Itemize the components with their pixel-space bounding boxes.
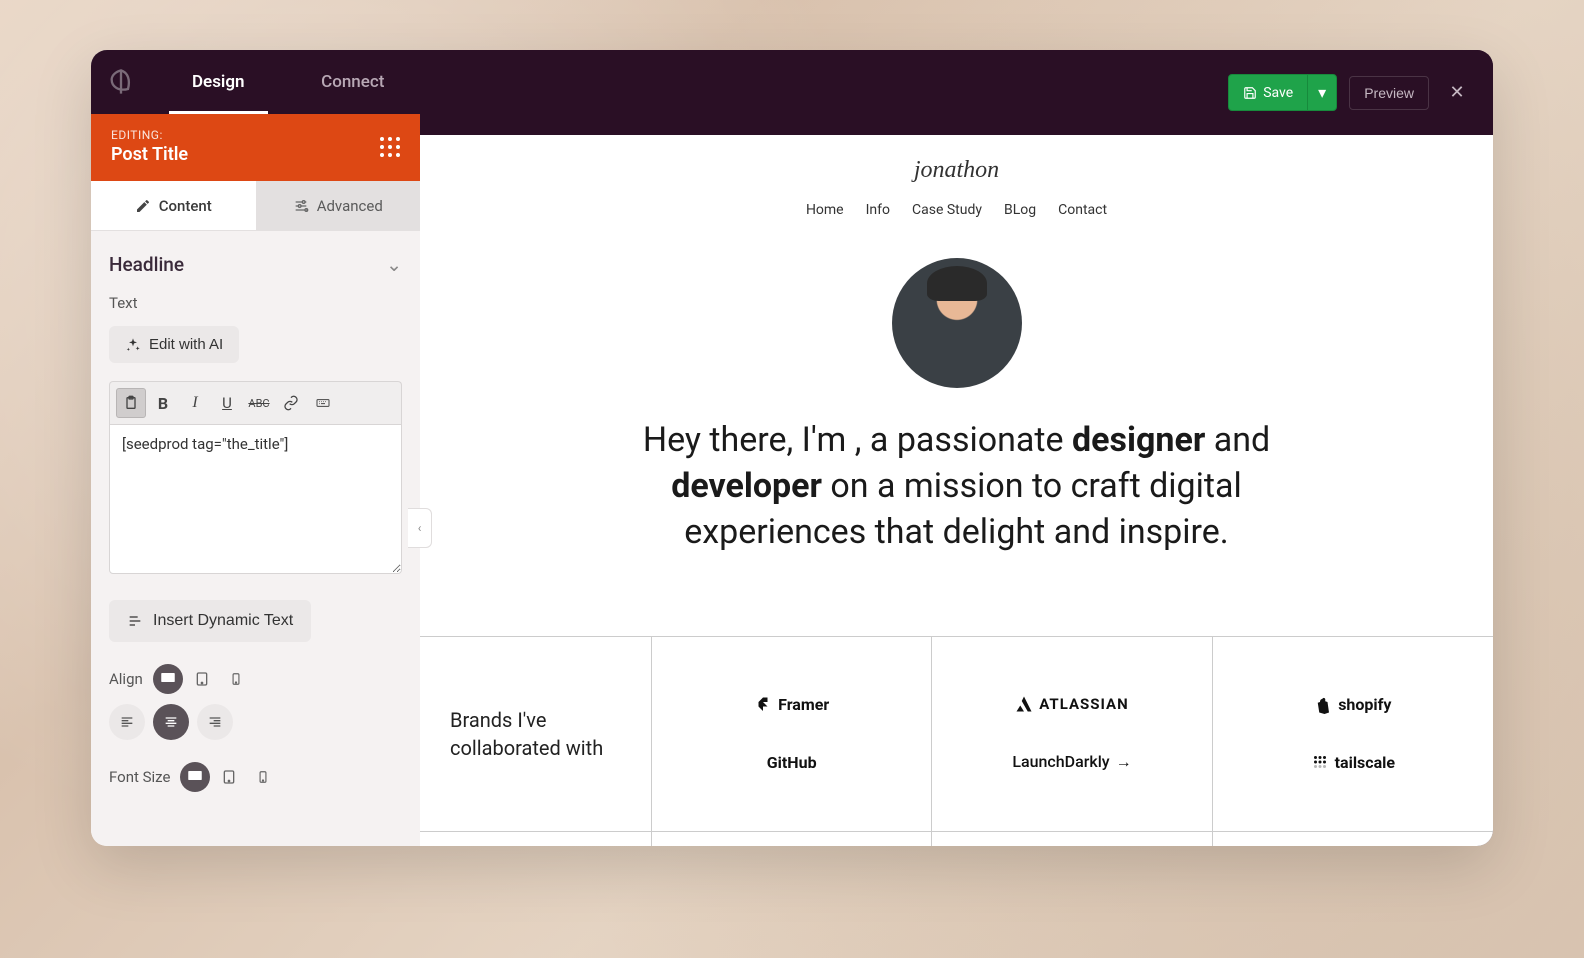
panel-body: Headline ⌄ Text Edit with AI B I U ABC bbox=[91, 231, 420, 846]
nav-case-study[interactable]: Case Study bbox=[912, 202, 982, 218]
close-button[interactable]: ✕ bbox=[1441, 77, 1473, 109]
save-dropdown-button[interactable]: ▾ bbox=[1307, 75, 1336, 110]
shopify-icon bbox=[1314, 696, 1332, 714]
leaf-icon bbox=[107, 68, 135, 96]
align-right-button[interactable] bbox=[197, 704, 233, 740]
app-frame: Design Connect EDITING: Post Title Conte… bbox=[91, 50, 1493, 846]
sliders-icon bbox=[293, 198, 309, 214]
brand-tailscale: tailscale bbox=[1311, 753, 1395, 772]
tablet-icon bbox=[194, 671, 210, 687]
text-toolbar: B I U ABC bbox=[109, 381, 402, 424]
drag-handle-icon[interactable] bbox=[380, 137, 400, 157]
toolbar-paste-button[interactable] bbox=[116, 388, 146, 418]
preview-topbar: Save ▾ Preview ✕ bbox=[420, 50, 1493, 135]
mobile-icon bbox=[256, 770, 270, 784]
toolbar-italic-button[interactable]: I bbox=[180, 388, 210, 418]
caret-down-icon: ▾ bbox=[1318, 83, 1326, 102]
device-desktop-button[interactable] bbox=[153, 664, 183, 694]
editing-bar: EDITING: Post Title bbox=[91, 114, 420, 181]
tablet-icon bbox=[221, 769, 237, 785]
brand-shopify: shopify bbox=[1314, 695, 1391, 714]
align-center-button[interactable] bbox=[153, 704, 189, 740]
brand-launchdarkly: LaunchDarkly → bbox=[1012, 752, 1131, 772]
desktop-icon bbox=[186, 768, 204, 786]
brands-label: Brands I've collaborated with bbox=[420, 637, 652, 831]
section-headline[interactable]: Headline ⌄ bbox=[109, 253, 402, 276]
clipboard-icon bbox=[123, 395, 139, 411]
align-label: Align bbox=[109, 670, 143, 688]
pencil-icon bbox=[135, 198, 151, 214]
preview-area: Save ▾ Preview ✕ jonathon Home Info Case… bbox=[420, 50, 1493, 846]
save-icon bbox=[1243, 86, 1257, 100]
content-textarea[interactable] bbox=[109, 424, 402, 574]
sidebar-header: Design Connect bbox=[91, 50, 420, 114]
sidebar: Design Connect EDITING: Post Title Conte… bbox=[91, 50, 420, 846]
site-name: jonathon bbox=[420, 157, 1493, 184]
list-icon bbox=[127, 613, 143, 629]
tab-connect[interactable]: Connect bbox=[286, 50, 421, 114]
brand-github: GitHub bbox=[767, 753, 817, 772]
logo[interactable] bbox=[91, 50, 151, 114]
toolbar-strikethrough-button[interactable]: ABC bbox=[244, 388, 274, 418]
edit-with-ai-button[interactable]: Edit with AI bbox=[109, 326, 239, 363]
close-icon: ✕ bbox=[1449, 82, 1464, 103]
toolbar-link-button[interactable] bbox=[276, 388, 306, 418]
nav-info[interactable]: Info bbox=[866, 202, 890, 218]
fontsize-mobile-button[interactable] bbox=[248, 762, 278, 792]
insert-dynamic-text-button[interactable]: Insert Dynamic Text bbox=[109, 600, 311, 642]
editing-label: EDITING: bbox=[111, 128, 188, 142]
chevron-left-icon: ‹ bbox=[418, 521, 422, 535]
toolbar-keyboard-button[interactable] bbox=[308, 388, 338, 418]
collapse-sidebar-button[interactable]: ‹ bbox=[408, 508, 432, 548]
chevron-down-icon: ⌄ bbox=[386, 253, 402, 276]
brands-section: Brands I've collaborated with Framer Git… bbox=[420, 636, 1493, 831]
fontsize-desktop-button[interactable] bbox=[180, 762, 210, 792]
hero-headline[interactable]: Hey there, I'm , a passionate designer a… bbox=[617, 418, 1297, 556]
link-icon bbox=[283, 395, 299, 411]
device-tablet-button[interactable] bbox=[187, 664, 217, 694]
align-left-button[interactable] bbox=[109, 704, 145, 740]
toolbar-bold-button[interactable]: B bbox=[148, 388, 178, 418]
brand-framer: Framer bbox=[754, 695, 829, 714]
align-center-icon bbox=[163, 714, 179, 730]
tailscale-icon bbox=[1311, 753, 1329, 771]
nav-home[interactable]: Home bbox=[806, 202, 844, 218]
mobile-icon bbox=[229, 672, 243, 686]
subtab-content[interactable]: Content bbox=[91, 181, 256, 231]
align-right-icon bbox=[207, 714, 223, 730]
canvas: jonathon Home Info Case Study BLog Conta… bbox=[420, 135, 1493, 846]
avatar bbox=[892, 258, 1022, 388]
text-label: Text bbox=[109, 294, 402, 312]
subtab-advanced[interactable]: Advanced bbox=[256, 181, 421, 231]
editing-title: Post Title bbox=[111, 144, 188, 165]
site-nav: Home Info Case Study BLog Contact bbox=[420, 194, 1493, 248]
sparkle-icon bbox=[125, 337, 141, 353]
tab-design[interactable]: Design bbox=[151, 50, 286, 114]
fontsize-tablet-button[interactable] bbox=[214, 762, 244, 792]
keyboard-icon bbox=[315, 395, 331, 411]
fontsize-label: Font Size bbox=[109, 768, 170, 786]
preview-button[interactable]: Preview bbox=[1349, 76, 1429, 110]
brand-atlassian: ATLASSIAN bbox=[1015, 695, 1128, 713]
save-button-group: Save ▾ bbox=[1228, 74, 1337, 111]
atlassian-icon bbox=[1015, 695, 1033, 713]
arrow-right-icon: → bbox=[1116, 752, 1132, 772]
nav-contact[interactable]: Contact bbox=[1058, 202, 1107, 218]
align-left-icon bbox=[119, 714, 135, 730]
nav-blog[interactable]: BLog bbox=[1004, 202, 1036, 218]
toolbar-underline-button[interactable]: U bbox=[212, 388, 242, 418]
framer-icon bbox=[754, 696, 772, 714]
device-mobile-button[interactable] bbox=[221, 664, 251, 694]
desktop-icon bbox=[159, 670, 177, 688]
save-button[interactable]: Save bbox=[1229, 77, 1307, 109]
